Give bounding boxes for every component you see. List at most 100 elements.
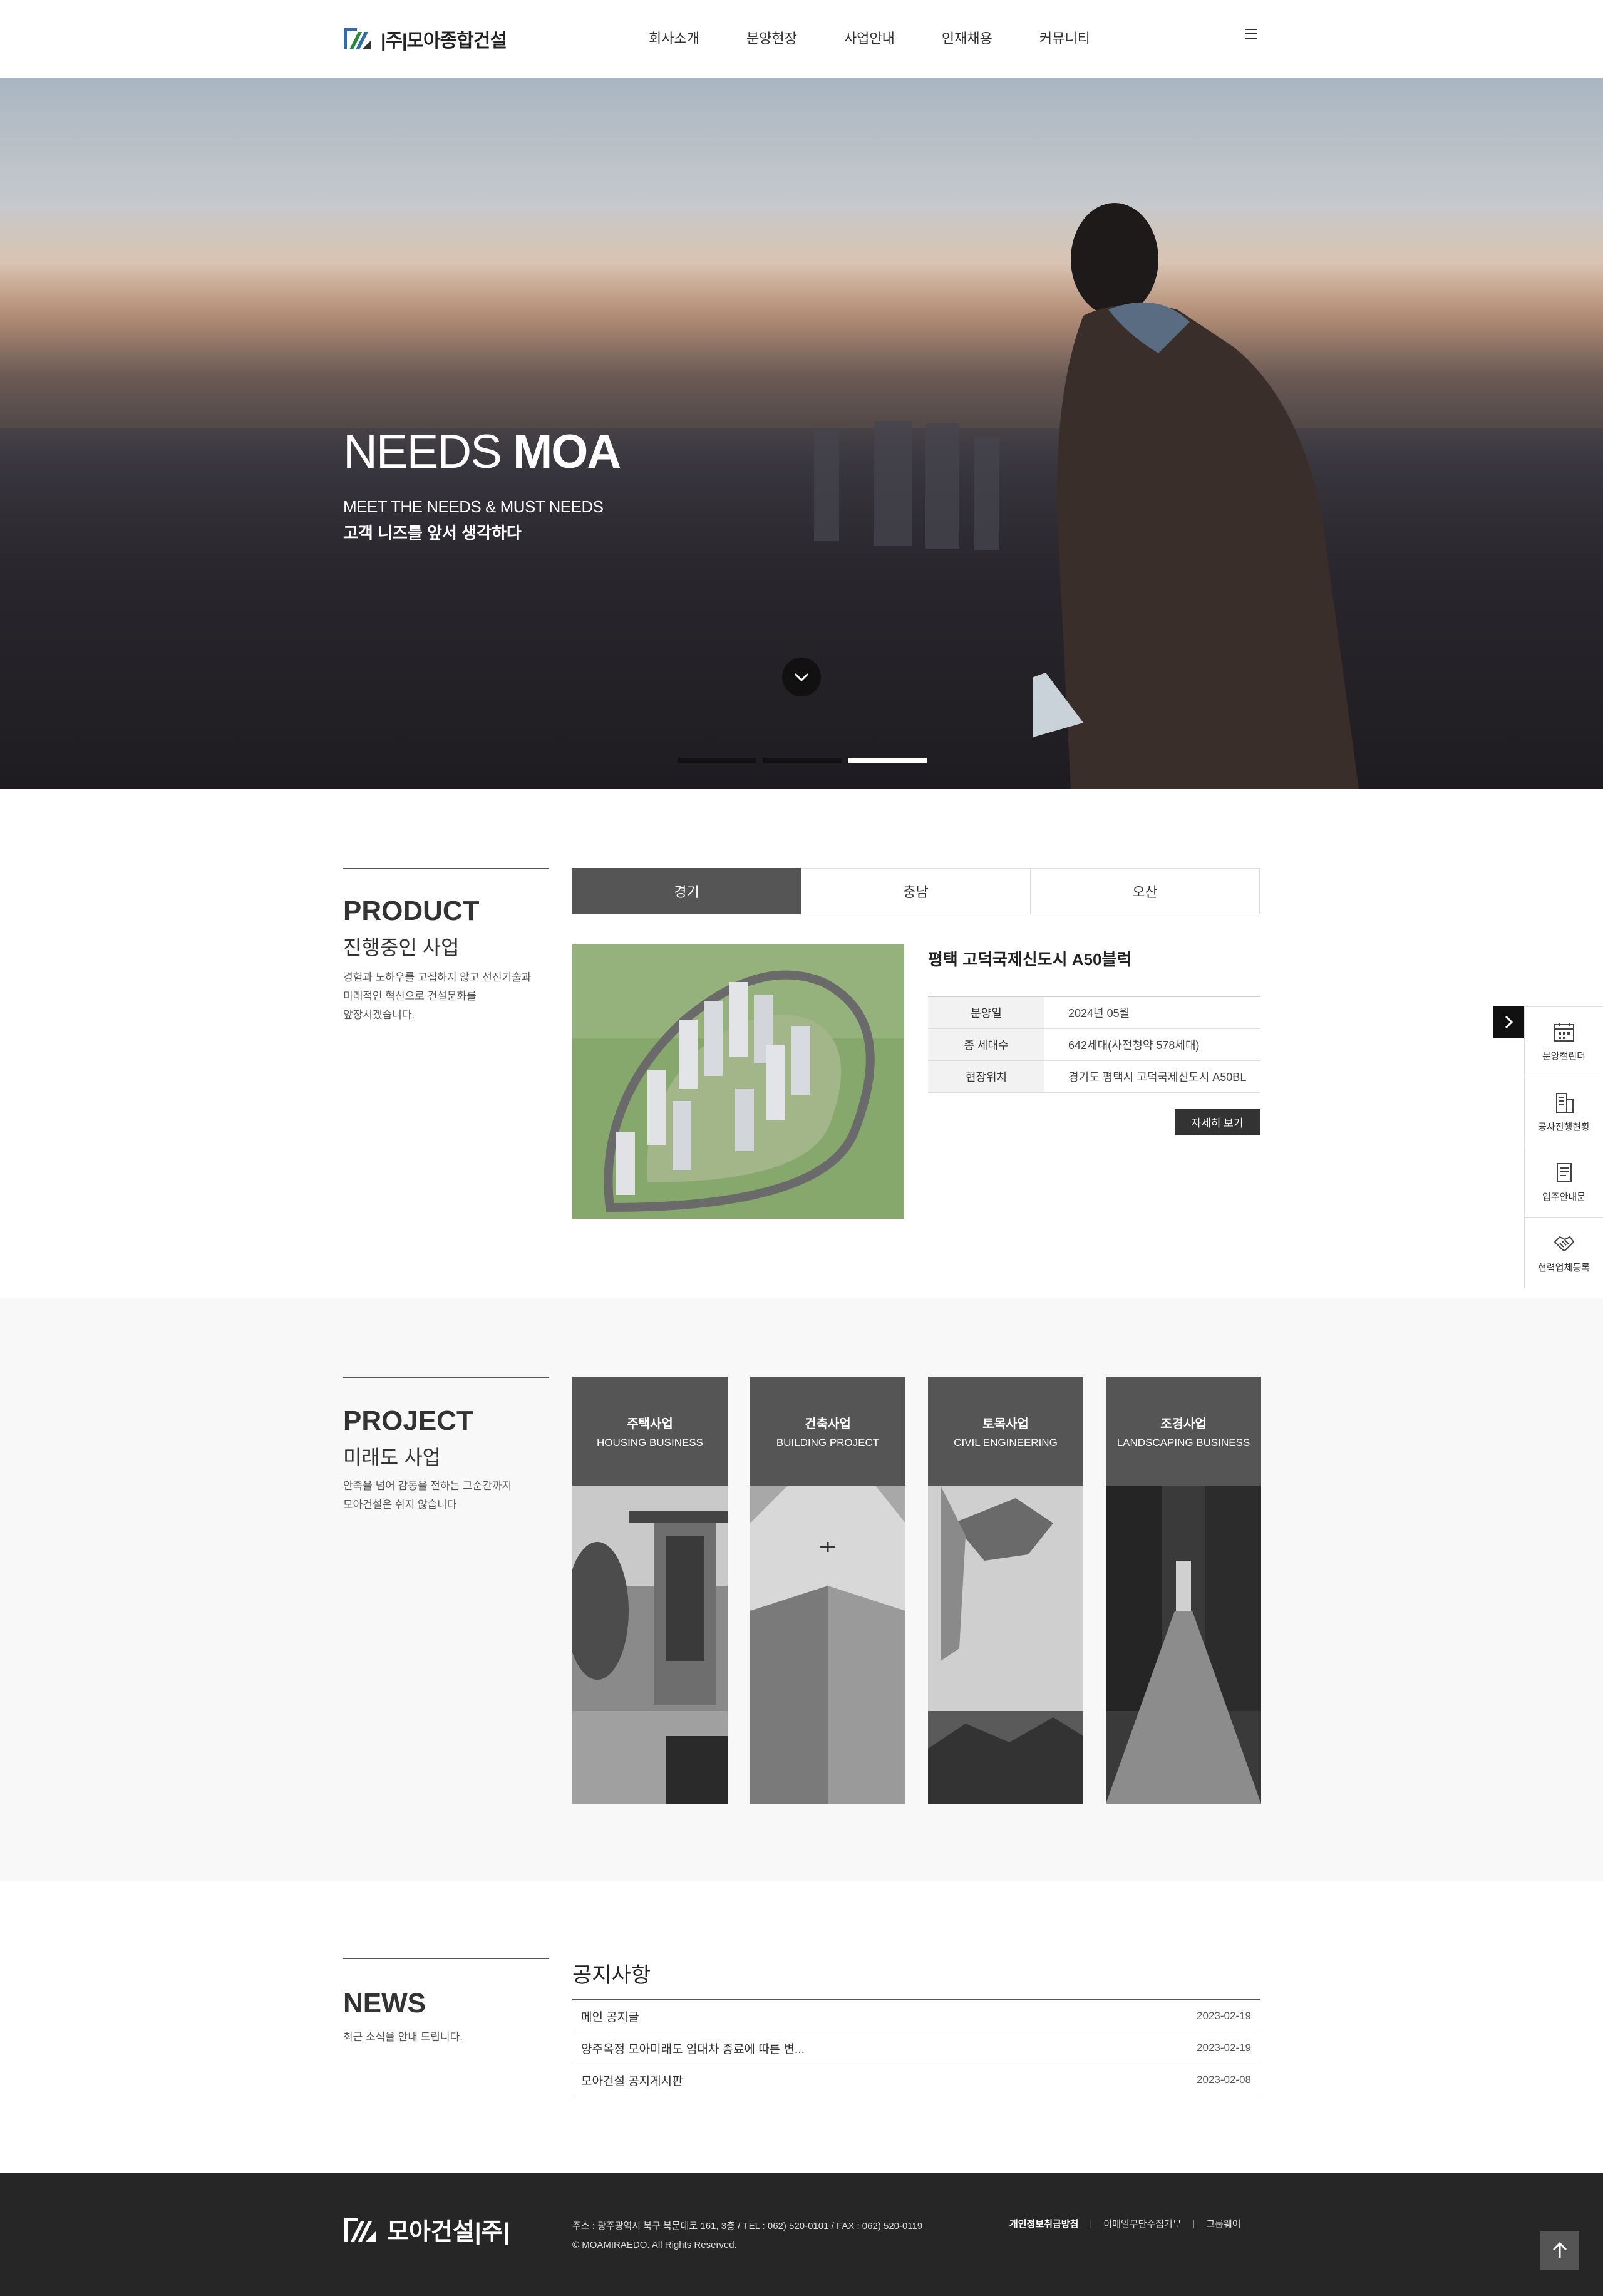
news-title: NEWS xyxy=(343,1988,426,2019)
quick-label: 협력업체등록 xyxy=(1538,1262,1590,1273)
nav-item-company[interactable]: 회사소개 xyxy=(649,28,699,48)
excavator-photo xyxy=(928,1486,1083,1804)
project-card-subtitle: LANDSCAPING BUSINESS xyxy=(1116,1436,1250,1449)
table-row: 분양일 2024년 05월 xyxy=(928,996,1260,1029)
footer-link-groupware[interactable]: 그룹웨어 xyxy=(1206,2217,1240,2230)
quick-label: 공사진행현황 xyxy=(1538,1122,1590,1132)
nav-item-community[interactable]: 커뮤니티 xyxy=(1039,28,1090,48)
project-desc-line: 안족을 넘어 감동을 전하는 그순간까지 xyxy=(343,1480,512,1492)
site-header: |주|모아종합건설 회사소개 분양현장 사업안내 인재채용 커뮤니티 xyxy=(0,0,1603,78)
project-card-title: 토목사업 xyxy=(982,1417,1029,1431)
quick-item-partner[interactable]: 협력업체등록 xyxy=(1525,1218,1603,1288)
project-card-title: 주택사업 xyxy=(627,1417,673,1431)
notice-title: 모아건설 공지게시판 xyxy=(581,2074,683,2088)
view-detail-button[interactable]: 자세히 보기 xyxy=(1175,1109,1260,1135)
quick-item-move-in[interactable]: 입주안내문 xyxy=(1525,1147,1603,1218)
footer-links: 개인정보취급방침 | 이메일무단수집거부 | 그룹웨어 xyxy=(1009,2217,1241,2230)
tab-gyeonggi[interactable]: 경기 xyxy=(572,868,802,914)
project-card-landscaping[interactable]: 조경사업 LANDSCAPING BUSINESS xyxy=(1106,1377,1261,1804)
hamburger-menu-icon[interactable] xyxy=(1245,29,1257,40)
nav-item-recruit[interactable]: 인재채용 xyxy=(942,28,992,48)
site-footer: 모아건설|주| 주소 : 광주광역시 북구 북문대로 161, 3층 / TEL… xyxy=(0,2173,1603,2296)
building-photo xyxy=(750,1486,905,1804)
list-item[interactable]: 메인 공지글 2023-02-19 xyxy=(572,2000,1260,2032)
document-icon xyxy=(1556,1163,1572,1182)
site-logo[interactable]: |주|모아종합건설 xyxy=(343,25,507,53)
pager-bullet-3[interactable] xyxy=(848,758,927,763)
hero-title-light: NEEDS xyxy=(343,425,502,478)
apartment-complex-illustration xyxy=(572,944,904,1219)
product-info-table: 분양일 2024년 05월 총 세대수 642세대(사전청약 578세대) 현장… xyxy=(928,996,1260,1093)
logo-mark-icon xyxy=(344,28,371,49)
quick-menu-toggle[interactable] xyxy=(1493,1006,1524,1038)
pager-bullet-1[interactable] xyxy=(678,758,756,763)
footer-link-email-refusal[interactable]: 이메일무단수집거부 xyxy=(1103,2217,1181,2230)
tab-osan[interactable]: 오산 xyxy=(1030,868,1260,914)
hero-person-with-laptop xyxy=(1033,203,1359,789)
hero-subtitle-ko: 고객 니즈를 앞서 생각하다 xyxy=(343,524,522,542)
logo-text: |주|모아종합건설 xyxy=(381,31,507,51)
footer-address: 주소 : 광주광역시 북구 북문대로 161, 3층 / TEL : 062) … xyxy=(572,2221,923,2231)
quick-label: 입주안내문 xyxy=(1542,1192,1585,1202)
notice-date: 2023-02-19 xyxy=(1197,2010,1251,2022)
project-title: PROJECT xyxy=(343,1405,473,1436)
hero-banner: NEEDS MOA MEET THE NEEDS & MUST NEEDS 고객… xyxy=(0,78,1603,789)
arrow-up-icon xyxy=(1552,2242,1567,2258)
tree-lined-path-photo xyxy=(1106,1486,1261,1804)
footer-link-separator: | xyxy=(1090,2218,1093,2229)
footer-link-privacy[interactable]: 개인정보취급방침 xyxy=(1009,2217,1078,2230)
back-to-top-button[interactable] xyxy=(1540,2231,1579,2270)
hero-copy: NEEDS MOA MEET THE NEEDS & MUST NEEDS 고객… xyxy=(343,425,621,544)
project-desc-line: 모아건설은 쉬지 않습니다 xyxy=(343,1499,457,1511)
notice-title: 양주옥정 모아미래도 임대차 종료에 따른 변... xyxy=(581,2042,805,2056)
product-desc-line: 경험과 노하우를 고집하지 않고 선진기술과 xyxy=(343,971,532,983)
quick-item-calendar[interactable]: 분양캘린더 xyxy=(1525,1007,1603,1077)
building-icon xyxy=(1555,1093,1574,1113)
table-label: 총 세대수 xyxy=(928,1028,1044,1061)
table-value: 2024년 05월 xyxy=(1044,996,1260,1029)
tab-chungnam[interactable]: 충남 xyxy=(801,868,1031,914)
product-divider xyxy=(343,868,549,869)
table-value: 경기도 평택시 고덕국제신도시 A50BL xyxy=(1044,1060,1260,1093)
housing-photo xyxy=(572,1486,728,1804)
footer-logo-text: 모아건설|주| xyxy=(387,2219,510,2245)
notice-board-title[interactable]: 공지사항 xyxy=(572,1958,651,1988)
scroll-down-button[interactable] xyxy=(782,658,821,696)
hero-subtitle-en: MEET THE NEEDS & MUST NEEDS xyxy=(343,497,604,516)
hero-tower xyxy=(874,421,912,546)
notice-date: 2023-02-08 xyxy=(1197,2074,1251,2086)
footer-logo: 모아건설|주| xyxy=(343,2212,510,2247)
product-image[interactable] xyxy=(572,944,904,1219)
quick-item-construction[interactable]: 공사진행현황 xyxy=(1525,1077,1603,1147)
table-value: 642세대(사전청약 578세대) xyxy=(1044,1028,1260,1061)
hero-tower xyxy=(974,437,999,550)
calendar-icon xyxy=(1554,1023,1574,1042)
notice-title: 메인 공지글 xyxy=(581,2010,639,2024)
pager-bullet-2[interactable] xyxy=(763,758,842,763)
project-desc: 안족을 넘어 감동을 전하는 그순간까지 모아건설은 쉬지 않습니다 xyxy=(343,1477,556,1514)
hero-tower xyxy=(814,428,839,541)
footer-link-separator: | xyxy=(1192,2218,1195,2229)
project-card-civil[interactable]: 토목사업 CIVIL ENGINEERING xyxy=(928,1377,1083,1804)
region-tabs: 경기 충남 오산 xyxy=(572,868,1260,914)
notice-list: 메인 공지글 2023-02-19 양주옥정 모아미래도 임대차 종료에 따른 … xyxy=(572,1999,1260,2096)
product-title: PRODUCT xyxy=(343,896,480,926)
footer-info: 주소 : 광주광역시 북구 북문대로 161, 3층 / TEL : 062) … xyxy=(572,2217,922,2255)
project-card-head: 조경사업 LANDSCAPING BUSINESS xyxy=(1106,1377,1261,1486)
nav-item-sales[interactable]: 분양현장 xyxy=(746,28,797,48)
project-card-head: 주택사업 HOUSING BUSINESS xyxy=(572,1377,728,1486)
list-item[interactable]: 모아건설 공지게시판 2023-02-08 xyxy=(572,2064,1260,2096)
table-row: 현장위치 경기도 평택시 고덕국제신도시 A50BL xyxy=(928,1060,1260,1093)
footer-logo-mark-icon xyxy=(344,2217,376,2242)
hero-title: NEEDS MOA xyxy=(343,425,621,478)
list-item[interactable]: 양주옥정 모아미래도 임대차 종료에 따른 변... 2023-02-19 xyxy=(572,2032,1260,2064)
nav-item-business[interactable]: 사업안내 xyxy=(844,28,895,48)
news-divider xyxy=(343,1958,549,1959)
chevron-down-icon xyxy=(794,673,809,682)
project-card-housing[interactable]: 주택사업 HOUSING BUSINESS xyxy=(572,1377,728,1804)
footer-copyright: © MOAMIRAEDO. All Rights Reserved. xyxy=(572,2240,737,2250)
table-row: 총 세대수 642세대(사전청약 578세대) xyxy=(928,1028,1260,1061)
project-card-subtitle: CIVIL ENGINEERING xyxy=(954,1436,1058,1449)
news-desc: 최근 소식을 안내 드립니다. xyxy=(343,2031,463,2043)
project-card-building[interactable]: 건축사업 BUILDING PROJECT xyxy=(750,1377,905,1804)
